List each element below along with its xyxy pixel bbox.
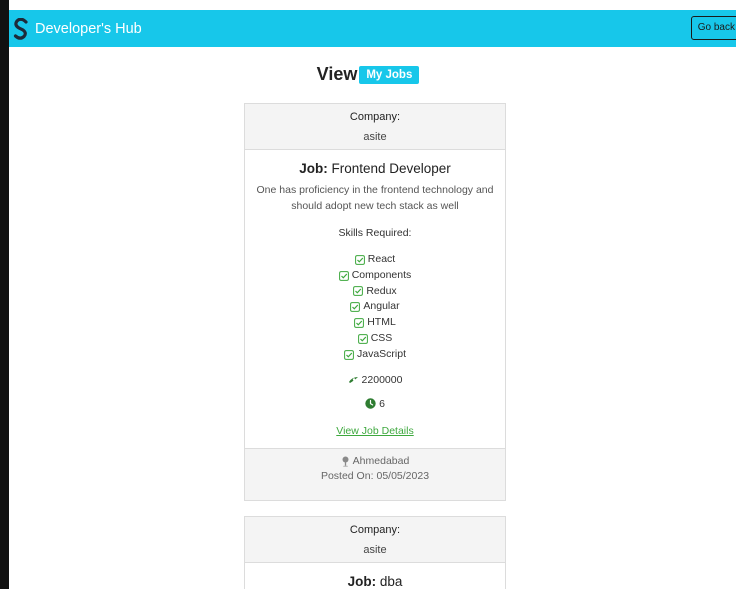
job-title-text: dba [379, 574, 403, 589]
check-square-icon [353, 286, 364, 297]
window-frame [0, 0, 9, 589]
skill-label: JavaScript [356, 347, 407, 360]
job-label: Job: [299, 161, 328, 176]
job-title-text: Frontend Developer [331, 161, 451, 176]
posted-date: 05/05/2023 [376, 470, 430, 482]
job-label: Job: [347, 574, 377, 589]
map-pin-icon [342, 456, 349, 467]
posted-row: Posted On: 05/05/2023 [245, 470, 505, 482]
job-title: Job: dba [245, 574, 505, 589]
go-back-button[interactable]: Go back [690, 16, 736, 40]
brand-name: Developer's Hub [35, 20, 142, 37]
check-square-icon [350, 302, 361, 313]
check-square-icon [338, 270, 349, 281]
page-title-text: View [316, 64, 358, 84]
top-navbar: Developer's Hub Go back [9, 10, 736, 47]
experience-value: 6 [379, 397, 385, 410]
skill-item: JavaScript [245, 347, 505, 363]
card-body: Job: dba [245, 563, 505, 589]
card-footer: Ahmedabad Posted On: 05/05/2023 [245, 448, 505, 500]
check-square-icon [357, 333, 368, 344]
check-square-icon [344, 349, 354, 360]
check-square-icon [354, 318, 365, 328]
location-text: Ahmedabad [352, 455, 410, 467]
skill-label: Angular [363, 300, 400, 313]
skill-item: Redux [245, 284, 505, 300]
skill-item: React [245, 252, 505, 268]
company-name: asite [363, 131, 387, 143]
check-square-icon [354, 254, 365, 265]
salary-value: 2200000 [361, 373, 403, 386]
salary-row: 2200000 [245, 374, 505, 386]
location-row: Ahmedabad [245, 455, 505, 467]
posted-label: Posted On: [320, 470, 374, 482]
job-card: Company: asite Job: dba [244, 516, 506, 589]
skills-title: Skills Required: [338, 227, 412, 239]
my-jobs-badge: My Jobs [359, 65, 420, 84]
clock-icon [365, 398, 376, 409]
skill-label: React [367, 253, 396, 265]
card-header: Company: asite [245, 517, 505, 563]
page-title: View My Jobs [0, 64, 736, 85]
skills-list: React Components Redux Angular HTML CSS [245, 252, 505, 363]
skill-label: Components [351, 268, 412, 281]
card-body: Job: Frontend Developer One has proficie… [245, 150, 505, 439]
brand-link[interactable]: Developer's Hub [13, 17, 142, 40]
company-label: Company: [349, 524, 401, 536]
skill-item: HTML [245, 315, 505, 331]
card-header: Company: asite [245, 104, 505, 150]
skill-label: CSS [370, 331, 393, 344]
job-description: One has proficiency in the frontend tech… [256, 184, 494, 212]
company-label: Company: [349, 111, 401, 123]
money-icon [348, 377, 358, 384]
job-card: Company: asite Job: Frontend Developer O… [244, 103, 506, 501]
view-job-details-link[interactable]: View Job Details [336, 425, 413, 437]
company-name: asite [363, 544, 387, 556]
skill-label: Redux [366, 284, 397, 297]
brand-logo-icon [13, 17, 28, 40]
skill-item: Components [245, 268, 505, 284]
skill-label: HTML [367, 316, 396, 329]
skill-item: CSS [245, 331, 505, 347]
skill-item: Angular [245, 299, 505, 315]
job-title: Job: Frontend Developer [245, 161, 505, 176]
experience-row: 6 [245, 398, 505, 410]
